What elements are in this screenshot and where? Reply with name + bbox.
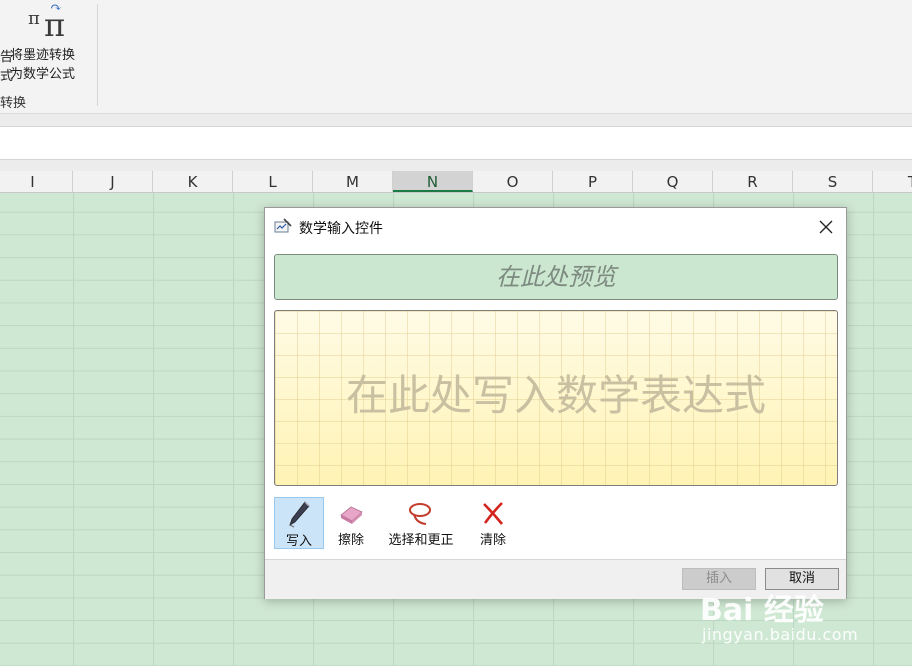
clear-tool-label: 清除 [479,533,506,548]
write-tool-button[interactable]: 写入 [274,497,324,549]
column-header-m[interactable]: M [313,171,393,192]
write-placeholder: 在此处写入数学表达式 [345,371,766,420]
column-header-l[interactable]: L [233,171,313,192]
ink-to-math-label-1: 将墨迹转换 [10,48,76,63]
column-header-k[interactable]: K [153,171,233,192]
clear-tool-button[interactable]: 清除 [468,497,518,549]
math-input-dialog: 数学输入控件 在此处预览 在此处写入数学表达式 写入 擦除 选择和更正 清除 插… [264,207,847,599]
select-correct-tool-label: 选择和更正 [388,533,454,548]
watermark-logo: Bai 经验 [700,593,824,628]
pi-convert-icon: ↷ π π [28,0,66,44]
erase-tool-label: 擦除 [337,533,364,548]
column-header-t[interactable]: T [873,171,912,192]
write-tool-label: 写入 [285,534,312,549]
column-header-i[interactable]: I [0,171,73,192]
header-gap [0,160,912,171]
ribbon-gap [0,114,912,126]
preview-area: 在此处预览 [274,254,838,300]
write-area[interactable]: 在此处写入数学表达式 [274,310,838,486]
math-input-icon [274,218,292,233]
ribbon-separator [97,4,98,106]
select-correct-tool-button[interactable]: 选择和更正 [378,497,464,549]
pen-icon [289,501,310,528]
column-header-n[interactable]: N [393,171,473,192]
column-header-q[interactable]: Q [633,171,713,192]
watermark-url: jingyan.baidu.com [702,625,859,644]
ribbon: 告 式 ↷ π π 将墨迹转换 为数学公式 转换 [0,0,912,114]
eraser-icon [340,506,363,524]
column-headers: IJKLMNOPQRST [0,171,912,193]
formula-bar[interactable] [0,126,912,160]
close-icon[interactable] [813,214,839,240]
clear-x-icon [483,502,504,525]
column-header-s[interactable]: S [793,171,873,192]
ribbon-group-label: 转换 [0,96,27,111]
column-header-j[interactable]: J [73,171,153,192]
column-header-o[interactable]: O [473,171,553,192]
column-header-r[interactable]: R [713,171,793,192]
dialog-title: 数学输入控件 [299,221,383,237]
erase-tool-button[interactable]: 擦除 [328,497,374,549]
column-header-p[interactable]: P [553,171,633,192]
ink-to-math-label-2: 为数学公式 [10,67,76,82]
baidu-watermark: Bai 经验 jingyan.baidu.com [700,585,900,655]
lasso-icon [409,503,431,525]
